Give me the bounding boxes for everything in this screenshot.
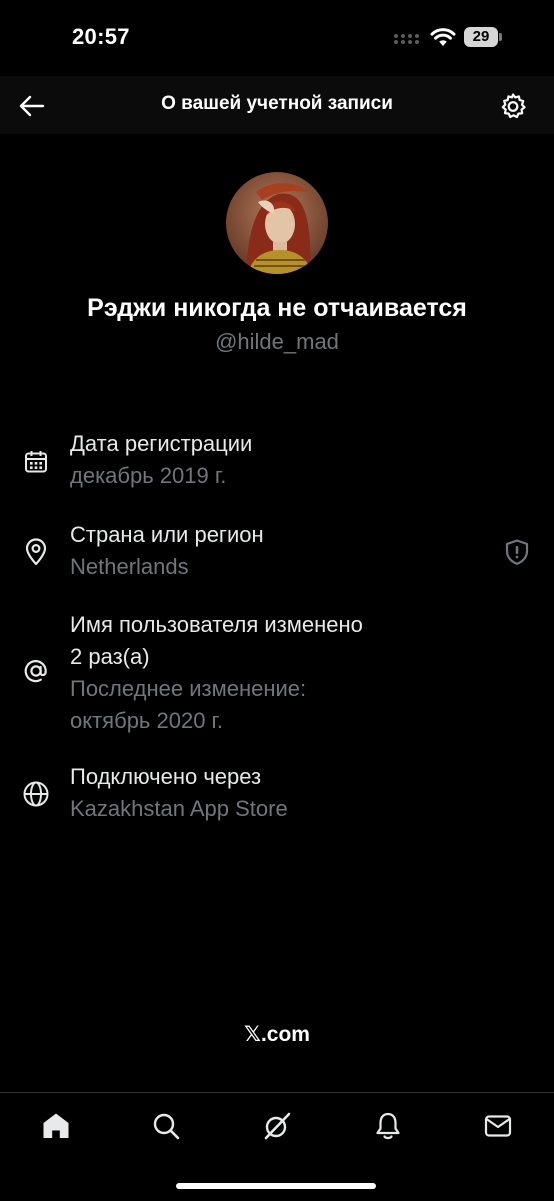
x-com-link[interactable]: 𝕏.com [0, 1022, 554, 1047]
calendar-icon [22, 448, 50, 476]
tab-home[interactable] [39, 1109, 73, 1143]
battery-indicator: 29 [464, 27, 502, 47]
gear-icon [501, 93, 526, 119]
page-title: О вашей учетной записи [161, 93, 393, 114]
username-changes-count: 2 раз(а) [70, 644, 150, 669]
registration-date-label: Дата регистрации [70, 431, 253, 456]
tab-messages[interactable] [481, 1109, 515, 1143]
registration-date-value: декабрь 2019 г. [70, 463, 227, 488]
home-indicator[interactable] [176, 1183, 376, 1189]
settings-button[interactable] [496, 89, 530, 123]
avatar[interactable] [226, 172, 328, 274]
wifi-icon [430, 28, 456, 46]
connected-via-value: Kazakhstan App Store [70, 796, 288, 821]
globe-icon [22, 780, 50, 808]
username-handle: @hilde_mad [215, 329, 339, 354]
last-change-label: Последнее изменение: [70, 676, 307, 701]
country-info-button[interactable] [503, 538, 531, 566]
status-bar: 20:57 29 [0, 0, 554, 76]
battery-level: 29 [464, 27, 498, 47]
at-sign-icon [22, 657, 50, 685]
header: О вашей учетной записи [0, 76, 554, 134]
home-icon [43, 1113, 69, 1138]
tab-notifications[interactable] [371, 1109, 405, 1143]
bell-icon [376, 1112, 400, 1140]
username-changes-label: Имя пользователя изменено [70, 612, 363, 637]
connected-via-label: Подключено через [70, 764, 262, 789]
display-name: Рэджи никогда не отчаивается [87, 294, 467, 322]
tab-search[interactable] [149, 1109, 183, 1143]
country-label: Страна или регион [70, 522, 264, 547]
country-value: Netherlands [70, 554, 189, 579]
grok-icon [264, 1112, 291, 1140]
last-change-value: октябрь 2020 г. [70, 708, 224, 733]
tab-grok[interactable] [260, 1109, 294, 1143]
mail-icon [484, 1115, 512, 1137]
cellular-signal-icon [394, 34, 419, 44]
shield-alert-icon [505, 539, 529, 565]
search-icon [153, 1113, 180, 1140]
status-time: 20:57 [72, 24, 130, 49]
location-pin-icon [22, 538, 50, 566]
